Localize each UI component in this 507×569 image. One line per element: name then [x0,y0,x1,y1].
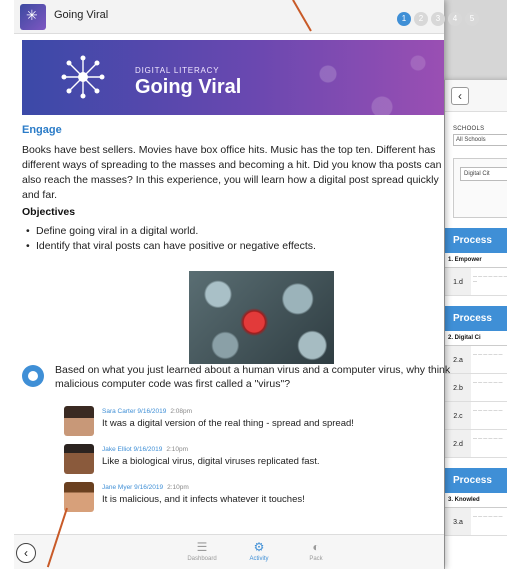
lesson-header: Going Viral 1 2 3 4 5 [14,0,479,34]
standard-code: 3.a [445,508,471,535]
standard-description: — — — — — — [473,513,503,518]
course-filter-box: Digital Cit [453,158,507,218]
reply-meta: Jane Myer 9/16/2019 2:10pm [102,484,305,491]
question-icon [22,365,44,387]
lesson-title: Going Viral [54,9,109,21]
avatar [64,482,94,512]
nav-label: Pack [309,556,323,562]
avatar [64,444,94,474]
standard-description: — — — — — — [473,379,503,384]
step-dot[interactable]: 2 [414,12,428,26]
pack-icon: ◐ [312,540,320,554]
step-dot[interactable]: 4 [448,12,462,26]
reply-author[interactable]: Jane Myer [102,484,132,491]
standard-code: 2.c [445,402,471,429]
nav-label: Dashboard [187,556,217,562]
course-select[interactable]: Digital Cit [460,167,507,181]
nav-activity[interactable]: ⚙ Activity [234,540,284,562]
objective-item: Define going viral in a digital world. [22,224,442,239]
activity-icon: ⚙ [253,540,265,554]
standards-section-heading[interactable]: Process [445,228,507,253]
lesson-window: Going Viral 1 2 3 4 5 [0,0,479,569]
objectives-list: Define going viral in a digital world. I… [22,224,442,254]
standard-code: 1.d [445,268,471,295]
standards-subheading: 1. Empower [445,253,507,268]
step-progress: 1 2 3 4 5 [397,12,479,26]
standard-description: — — — — — — [473,351,503,356]
step-dot[interactable]: 5 [465,12,479,26]
reply-meta: Sara Carter 9/16/2019 2:08pm [102,408,354,415]
banner-eyebrow: DIGITAL LITERACY [135,66,220,75]
banner-cells-decoration [274,40,444,115]
nav-pack[interactable]: ◐ Pack [291,540,341,562]
back-button[interactable]: ‹ [16,543,36,563]
avatar [64,406,94,436]
bottom-nav: ‹ ☰ Dashboard ⚙ Activity ◐ Pack [14,534,444,569]
reply-item: Jane Myer 9/16/2019 2:10pm It is maliciou… [64,482,305,512]
reply-date: 9/16/2019 [134,484,164,491]
reply-date: 9/16/2019 [133,446,163,453]
engage-heading: Engage [22,124,62,136]
schools-label: SCHOOLS [453,126,485,132]
lesson-content-area: Going Viral 1 2 3 4 5 [14,0,479,569]
reply-body: Sara Carter 9/16/2019 2:08pm It was a dig… [102,406,354,436]
objective-item: Identify that viral posts can have posit… [22,239,442,254]
reply-time: 2:10pm [167,484,189,491]
lesson-banner: DIGITAL LITERACY Going Viral [22,40,444,115]
reply-author[interactable]: Sara Carter [102,408,136,415]
reply-text: It is malicious, and it infects whatever… [102,494,305,505]
reply-meta: Jake Elliot 9/16/2019 2:10pm [102,446,320,453]
standard-description: — — — — — — [473,435,503,440]
standard-description: — — — — — — — — [473,273,507,283]
standards-panel: ‹ SCHOOLS All Schools Digital Cit Proces… [444,80,507,569]
standards-toolbar: ‹ [445,80,507,112]
dashboard-icon: ☰ [196,540,208,554]
network-burst-icon [61,55,105,99]
standard-row[interactable]: 1.d — — — — — — — — [445,268,507,296]
nav-dashboard[interactable]: ☰ Dashboard [177,540,227,562]
lesson-body: Engage Books have best sellers. Movies h… [22,124,442,254]
engage-paragraph: Books have best sellers. Movies have box… [22,144,442,201]
standards-back-button[interactable]: ‹ [451,87,469,105]
discussion-question: Based on what you just learned about a h… [22,363,458,391]
nav-label: Activity [249,556,269,562]
standard-row[interactable]: 2.d — — — — — — [445,430,507,458]
step-dot[interactable]: 3 [431,12,445,26]
standards-subheading: 3. Knowled [445,493,507,508]
step-dot[interactable]: 1 [397,12,411,26]
reply-text: It was a digital version of the real thi… [102,418,354,429]
standards-section-heading[interactable]: Process [445,468,507,493]
standard-row[interactable]: 2.c — — — — — — [445,402,507,430]
standard-code: 2.d [445,430,471,457]
schools-select[interactable]: All Schools [453,134,507,146]
virus-image [189,271,334,364]
question-text: Based on what you just learned about a h… [55,364,451,390]
lesson-logo-icon [20,4,46,30]
reply-text: Like a biological virus, digital viruses… [102,456,320,467]
banner-title: Going Viral [135,76,242,98]
reply-body: Jane Myer 9/16/2019 2:10pm It is maliciou… [102,482,305,512]
reply-time: 2:08pm [170,408,193,415]
objectives-heading: Objectives [22,206,76,218]
standard-description: — — — — — — [473,407,503,412]
reply-item: Sara Carter 9/16/2019 2:08pm It was a dig… [64,406,354,436]
reply-date: 9/16/2019 [137,408,167,415]
standard-row[interactable]: 3.a — — — — — — [445,508,507,536]
reply-time: 2:10pm [166,446,189,453]
reply-body: Jake Elliot 9/16/2019 2:10pm Like a biolo… [102,444,320,474]
reply-author[interactable]: Jake Elliot [102,446,132,453]
standards-subheading: 2. Digital Ci [445,331,507,346]
reply-item: Jake Elliot 9/16/2019 2:10pm Like a biolo… [64,444,320,474]
standards-section-heading[interactable]: Process [445,306,507,331]
